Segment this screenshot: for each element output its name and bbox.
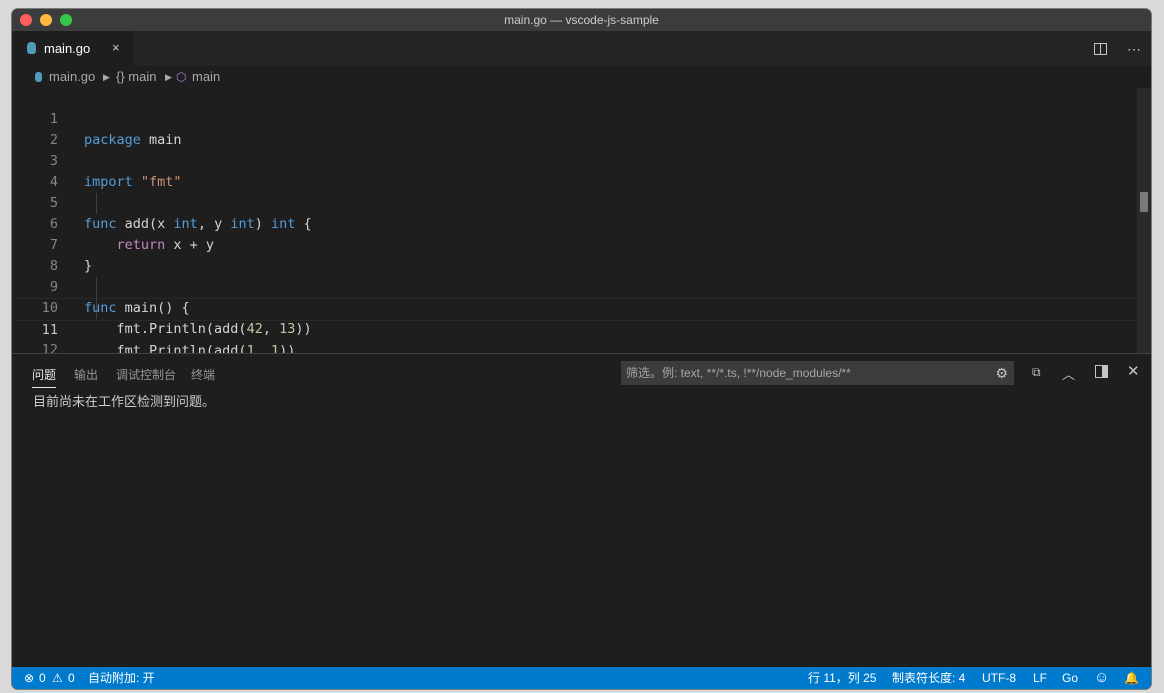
problems-filter[interactable]: ⚙ xyxy=(621,361,1014,385)
tab-output[interactable]: 输出 xyxy=(74,366,98,383)
editor-scrollbar[interactable] xyxy=(1137,88,1151,353)
breadcrumb-file[interactable]: main.go xyxy=(49,66,95,88)
code-line: 6 return x + y xyxy=(12,193,1151,253)
tab-debug-console[interactable]: 调试控制台 xyxy=(116,366,176,383)
breadcrumb-namespace[interactable]: {} main xyxy=(116,66,156,88)
code-line: 1 package main xyxy=(12,88,1151,148)
auto-attach-status[interactable]: 自动附加: 开 xyxy=(88,667,155,689)
status-bar: ⊗ 0 ⚠ 0 自动附加: 开 行 11，列 25 制表符长度: 4 UTF-8… xyxy=(12,667,1151,689)
go-file-icon xyxy=(27,42,36,54)
code-line: 10 fmt.Println(add(42, 13)) xyxy=(12,277,1151,337)
chevron-up-icon[interactable]: ︿ xyxy=(1062,364,1075,383)
breadcrumb-symbol[interactable]: main xyxy=(192,66,220,88)
window-title: main.go — vscode-js-sample xyxy=(504,13,659,27)
editor-actions: ⋯ xyxy=(1094,41,1141,58)
close-icon[interactable]: × xyxy=(112,40,120,55)
code-line: 7 } xyxy=(12,214,1151,274)
code-line: 4 xyxy=(12,151,1151,190)
chevron-right-icon: ▶ xyxy=(165,72,172,82)
title-bar: main.go — vscode-js-sample xyxy=(12,9,1151,31)
zoom-window-button[interactable] xyxy=(60,14,72,26)
maximize-panel-icon[interactable] xyxy=(1095,365,1108,378)
close-icon[interactable]: ✕ xyxy=(1127,362,1140,380)
collapse-all-icon[interactable]: ⧉ xyxy=(1032,365,1041,380)
breadcrumb: main.go ▶ {} main ▶ ⬡ main xyxy=(12,66,1151,88)
current-code-line: 11 fmt.Println(add(1, 1)) xyxy=(12,298,1151,353)
problems-message: 目前尚未在工作区检测到问题。 xyxy=(33,394,216,409)
code-line: 9 func main() { xyxy=(12,256,1151,316)
error-count[interactable]: 0 xyxy=(39,667,46,689)
code-line: 8 xyxy=(12,235,1151,274)
vscode-window: main.go — vscode-js-sample main.go × ⋯ m… xyxy=(12,9,1151,689)
chevron-right-icon: ▶ xyxy=(103,72,110,82)
error-icon[interactable]: ⊗ xyxy=(24,667,34,689)
split-editor-icon[interactable] xyxy=(1094,43,1108,55)
cube-icon: ⬡ xyxy=(176,70,187,84)
code-line: 2 xyxy=(12,109,1151,148)
code-line: 5 func add(x int, y int) int { xyxy=(12,172,1151,232)
editor-tab-bar: main.go × ⋯ xyxy=(12,31,1151,66)
encoding[interactable]: UTF-8 xyxy=(982,667,1016,689)
tab-terminal[interactable]: 终端 xyxy=(191,366,215,383)
code-line: 3 import "fmt" xyxy=(12,130,1151,190)
warning-count[interactable]: 0 xyxy=(68,667,75,689)
smiley-icon[interactable]: ☺ xyxy=(1094,667,1109,689)
bottom-panel: 问题 输出 调试控制台 终端 ⚙ ⧉ ︿ ✕ 目前尚未在工作区检测到问题。 xyxy=(12,353,1151,659)
filter-input[interactable] xyxy=(621,365,978,381)
tab-size[interactable]: 制表符长度: 4 xyxy=(892,667,965,689)
scrollbar-thumb[interactable] xyxy=(1140,192,1148,212)
bell-icon[interactable]: 🔔 xyxy=(1124,667,1139,689)
tab-label: main.go xyxy=(44,41,91,56)
code-line: 13 xyxy=(12,340,1151,353)
go-file-icon xyxy=(35,72,42,82)
code-editor[interactable]: 1 package main 2 3 import "fmt" 4 5 func… xyxy=(12,88,1151,353)
tab-main-go[interactable]: main.go × xyxy=(12,31,134,66)
end-of-line[interactable]: LF xyxy=(1033,667,1047,689)
cursor-position[interactable]: 行 11，列 25 xyxy=(808,667,876,689)
minimize-window-button[interactable] xyxy=(40,14,52,26)
language-mode[interactable]: Go xyxy=(1062,667,1078,689)
more-actions-icon[interactable]: ⋯ xyxy=(1127,41,1141,57)
close-window-button[interactable] xyxy=(20,14,32,26)
gear-icon[interactable]: ⚙ xyxy=(995,361,1008,385)
warning-icon[interactable]: ⚠ xyxy=(52,667,63,689)
tab-problems[interactable]: 问题 xyxy=(32,366,57,388)
code-line: 12 } xyxy=(12,319,1151,353)
